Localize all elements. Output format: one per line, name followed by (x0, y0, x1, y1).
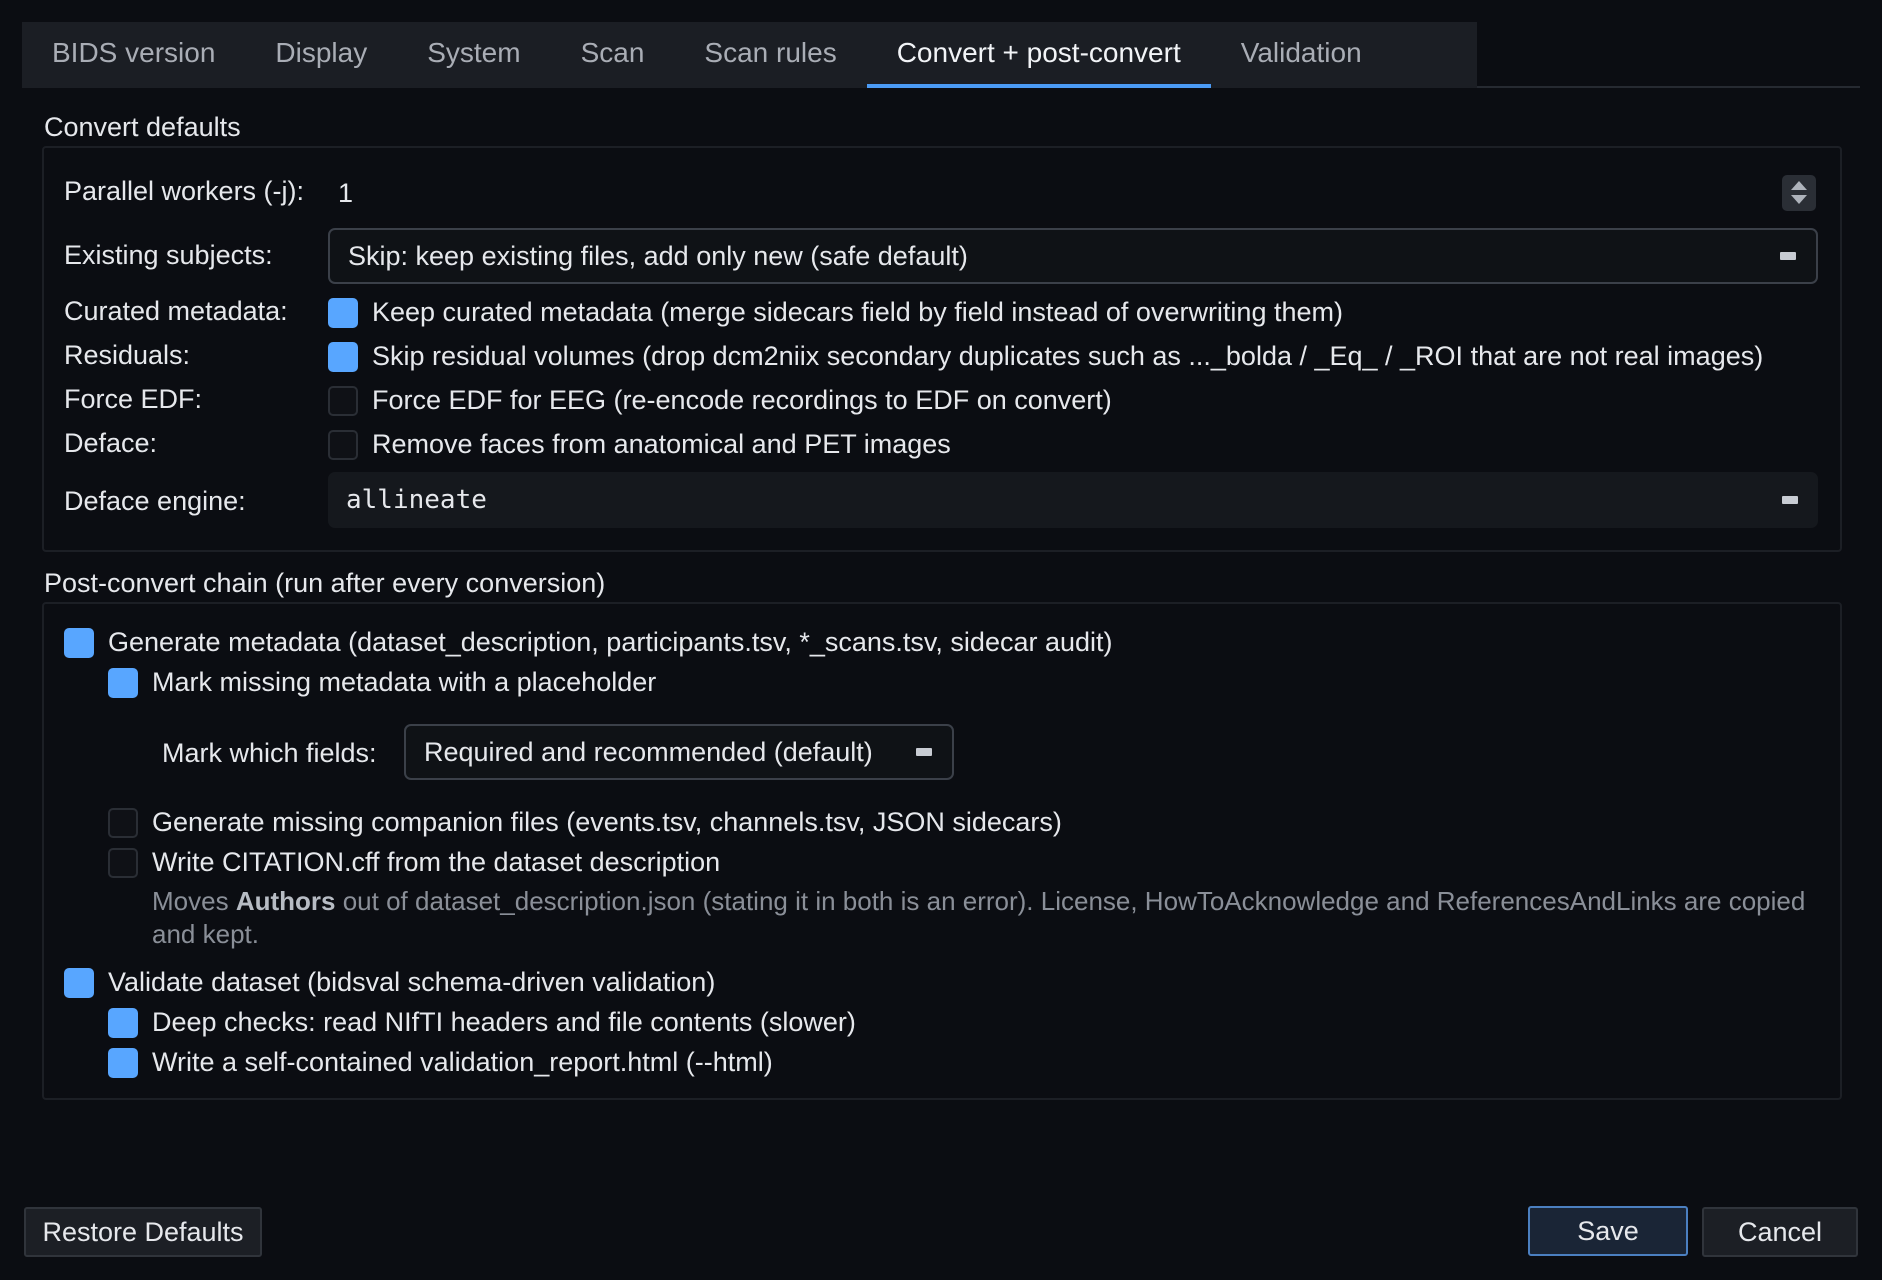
checkbox-unchecked-icon[interactable] (108, 807, 138, 838)
parallel-workers-label: Parallel workers (-j): (64, 176, 305, 206)
tab-bids-version[interactable]: BIDS version (22, 22, 245, 88)
parallel-workers-spinbox[interactable]: 1 (328, 164, 1818, 222)
existing-subjects-value: Skip: keep existing files, add only new … (348, 240, 968, 271)
tab-strip: BIDS version Display System Scan Scan ru… (22, 22, 1477, 88)
citation-note: Moves Authors out of dataset_description… (152, 885, 1812, 951)
curated-metadata-text: Keep curated metadata (merge sidecars fi… (372, 297, 1343, 327)
residuals-checkbox[interactable]: Skip residual volumes (drop dcm2niix sec… (328, 341, 1763, 372)
validate-text: Validate dataset (bidsval schema-driven … (108, 967, 716, 997)
cancel-button[interactable]: Cancel (1702, 1207, 1858, 1257)
deep-checks-checkbox[interactable]: Deep checks: read NIfTI headers and file… (108, 1007, 856, 1038)
force-edf-text: Force EDF for EEG (re-encode recordings … (372, 385, 1112, 415)
restore-defaults-button[interactable]: Restore Defaults (24, 1207, 262, 1257)
curated-metadata-label: Curated metadata: (64, 296, 288, 326)
spinbox-arrows-icon[interactable] (1782, 175, 1816, 211)
companion-files-checkbox[interactable]: Generate missing companion files (events… (108, 807, 1062, 838)
residuals-label: Residuals: (64, 340, 191, 370)
checkbox-unchecked-icon[interactable] (328, 385, 358, 416)
dropdown-icon (1782, 496, 1798, 504)
residuals-text: Skip residual volumes (drop dcm2niix sec… (372, 341, 1764, 371)
spin-down-icon[interactable] (1791, 195, 1807, 204)
deface-checkbox[interactable]: Remove faces from anatomical and PET ima… (328, 429, 951, 460)
citation-note-bold: Authors (235, 886, 336, 916)
validate-checkbox[interactable]: Validate dataset (bidsval schema-driven … (64, 967, 715, 998)
checkbox-checked-icon[interactable] (108, 667, 138, 698)
dropdown-icon (1780, 252, 1796, 260)
mark-which-label: Mark which fields: (162, 738, 377, 768)
citation-checkbox[interactable]: Write CITATION.cff from the dataset desc… (108, 847, 720, 878)
write-report-text: Write a self-contained validation_report… (152, 1047, 773, 1077)
mark-which-value: Required and recommended (default) (424, 736, 873, 767)
parallel-workers-value: 1 (338, 177, 354, 208)
checkbox-unchecked-icon[interactable] (328, 429, 358, 460)
force-edf-label: Force EDF: (64, 384, 203, 414)
deep-checks-text: Deep checks: read NIfTI headers and file… (152, 1007, 856, 1037)
tab-scan[interactable]: Scan (551, 22, 675, 88)
spin-up-icon[interactable] (1791, 181, 1807, 190)
tab-display[interactable]: Display (245, 22, 397, 88)
deface-engine-value: allineate (346, 485, 487, 515)
write-report-checkbox[interactable]: Write a self-contained validation_report… (108, 1047, 773, 1078)
existing-subjects-select[interactable]: Skip: keep existing files, add only new … (328, 228, 1818, 284)
tab-validation[interactable]: Validation (1211, 22, 1392, 88)
deface-text: Remove faces from anatomical and PET ima… (372, 429, 951, 459)
curated-metadata-checkbox[interactable]: Keep curated metadata (merge sidecars fi… (328, 297, 1343, 328)
deface-engine-label: Deface engine: (64, 486, 246, 516)
save-button[interactable]: Save (1528, 1206, 1688, 1256)
tab-bar: BIDS version Display System Scan Scan ru… (22, 22, 1860, 88)
tab-system[interactable]: System (397, 22, 550, 88)
citation-note-pre: Moves (152, 886, 236, 916)
deface-engine-select[interactable]: allineate (328, 472, 1818, 528)
force-edf-checkbox[interactable]: Force EDF for EEG (re-encode recordings … (328, 385, 1112, 416)
checkbox-checked-icon[interactable] (108, 1007, 138, 1038)
citation-note-post: out of dataset_description.json (stating… (152, 886, 1806, 949)
checkbox-checked-icon[interactable] (64, 627, 94, 658)
mark-missing-text: Mark missing metadata with a placeholder (152, 667, 657, 697)
citation-text: Write CITATION.cff from the dataset desc… (152, 847, 721, 877)
checkbox-unchecked-icon[interactable] (108, 847, 138, 878)
mark-which-select[interactable]: Required and recommended (default) (404, 724, 954, 780)
generate-metadata-text: Generate metadata (dataset_description, … (108, 627, 1113, 657)
convert-defaults-title: Convert defaults (44, 112, 241, 142)
checkbox-checked-icon[interactable] (328, 297, 358, 328)
companion-files-text: Generate missing companion files (events… (152, 807, 1062, 837)
checkbox-checked-icon[interactable] (108, 1047, 138, 1078)
deface-label: Deface: (64, 428, 158, 458)
mark-missing-checkbox[interactable]: Mark missing metadata with a placeholder (108, 667, 656, 698)
tab-scan-rules[interactable]: Scan rules (674, 22, 866, 88)
checkbox-checked-icon[interactable] (328, 341, 358, 372)
generate-metadata-checkbox[interactable]: Generate metadata (dataset_description, … (64, 627, 1113, 658)
dropdown-icon (916, 748, 932, 756)
checkbox-checked-icon[interactable] (64, 967, 94, 998)
post-convert-title: Post-convert chain (run after every conv… (44, 568, 606, 598)
existing-subjects-label: Existing subjects: (64, 240, 273, 270)
tab-convert-post-convert[interactable]: Convert + post-convert (866, 22, 1211, 88)
